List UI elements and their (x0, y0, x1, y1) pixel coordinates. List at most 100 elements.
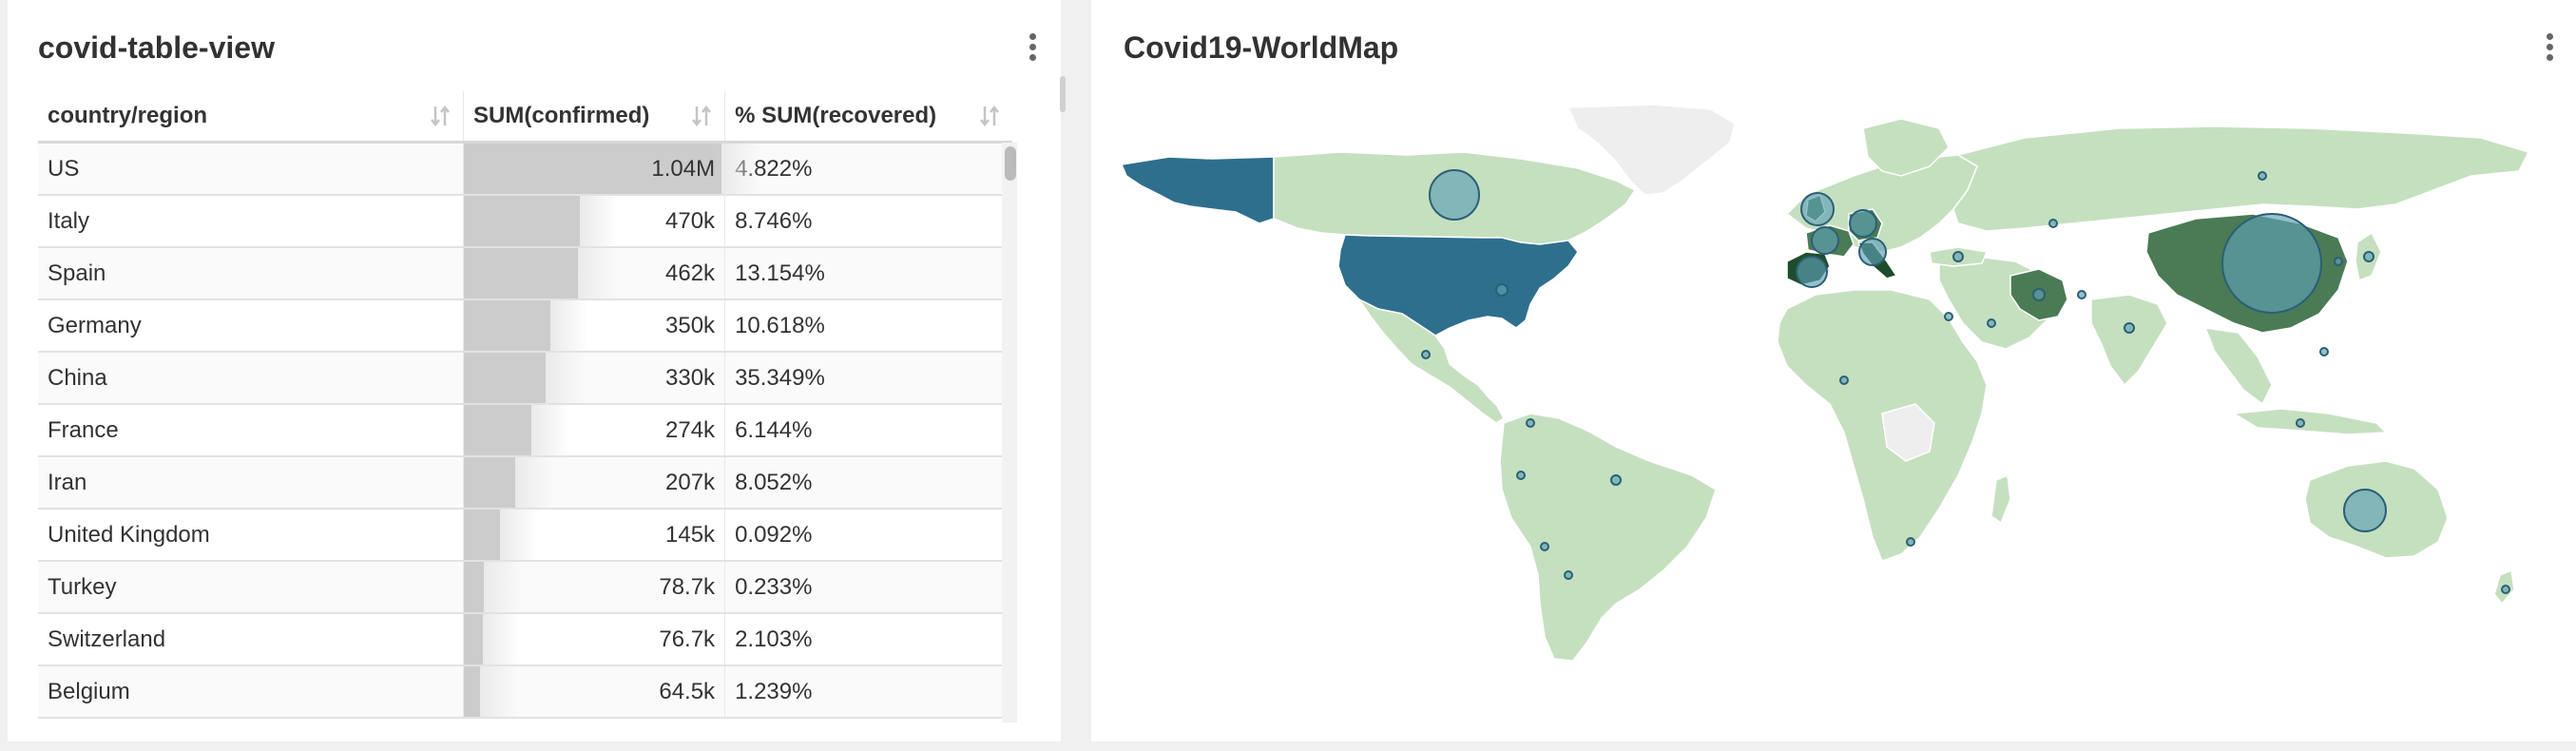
bubble-argentina[interactable] (1564, 570, 1573, 580)
table-scrollbar-track[interactable] (1002, 143, 1017, 722)
table-row[interactable]: Spain 462k 13.154% (38, 247, 1012, 300)
country-madagascar (1990, 473, 2011, 525)
cell-confirmed: 64.5k (463, 665, 725, 719)
bubble-russia[interactable] (2258, 171, 2267, 181)
cell-recovered-pct: 10.618% (724, 299, 1012, 353)
cell-recovered-pct: 2.103% (724, 613, 1012, 666)
bubble-south-africa[interactable] (1906, 537, 1915, 547)
bubble-pakistan[interactable] (2077, 290, 2086, 299)
table-scrollbar-thumb[interactable] (1005, 146, 1016, 181)
cell-recovered-pct: 35.349% (724, 352, 1012, 405)
cell-recovered-pct: 0.233% (724, 561, 1012, 614)
sort-arrows-icon[interactable] (978, 103, 1001, 129)
confirmed-bar (464, 562, 485, 612)
table-row[interactable]: China 330k 35.349% (38, 352, 1012, 405)
table-row[interactable]: Italy 470k 8.746% (38, 195, 1012, 248)
confirmed-bar (464, 405, 532, 455)
bubble-uk[interactable] (1800, 192, 1835, 226)
sort-arrows-icon[interactable] (429, 103, 452, 129)
confirmed-value: 330k (665, 364, 716, 391)
column-header-country[interactable]: country/region (38, 91, 464, 144)
bubble-brazil[interactable] (1610, 474, 1622, 486)
country-india[interactable] (2090, 294, 2168, 387)
bubble-spain[interactable] (1796, 256, 1828, 288)
bubble-peru[interactable] (1516, 471, 1526, 480)
confirmed-bar (464, 300, 551, 351)
table-row[interactable]: Turkey 78.7k 0.233% (38, 561, 1012, 614)
table-row[interactable]: US 1.04M 4.822% (38, 142, 1012, 196)
cell-country: Iran (38, 456, 464, 510)
bubble-india[interactable] (2124, 322, 2135, 334)
country-alaska[interactable] (1122, 156, 1275, 224)
table-row[interactable]: United Kingdom 145k 0.092% (38, 509, 1012, 562)
cell-country: Turkey (38, 561, 464, 614)
confirmed-bar (464, 248, 579, 298)
bubble-japan[interactable] (2363, 251, 2374, 262)
bubble-italy[interactable] (1858, 238, 1887, 266)
cell-recovered-pct: 4.822% (724, 142, 1012, 196)
column-header-recovered[interactable]: % SUM(recovered) (724, 91, 1012, 144)
table-panel-title: covid-table-view (38, 30, 275, 65)
table-row[interactable]: Belgium 64.5k 1.239% (38, 665, 1012, 719)
table-panel: covid-table-view country/region SUM(conf… (8, 0, 1061, 741)
bubble-france[interactable] (1811, 226, 1839, 255)
cell-country: United Kingdom (38, 509, 464, 562)
bubble-usa[interactable] (1495, 283, 1509, 297)
panel-resize-handle[interactable] (1060, 76, 1066, 112)
cell-recovered-pct: 1.239% (724, 665, 1012, 719)
confirmed-value: 350k (665, 312, 716, 338)
confirmed-bar (464, 614, 484, 664)
cell-confirmed: 470k (463, 195, 725, 248)
bubble-turkey[interactable] (1952, 251, 1964, 262)
cell-confirmed: 207k (463, 456, 725, 510)
country-brazil[interactable] (1499, 413, 1717, 662)
confirmed-bar (464, 196, 581, 246)
column-header-label: SUM(confirmed) (473, 103, 650, 128)
column-header-confirmed[interactable]: SUM(confirmed) (463, 91, 725, 144)
sort-arrows-icon[interactable] (690, 103, 713, 129)
bubble-egypt[interactable] (1944, 312, 1953, 321)
cell-confirmed: 76.7k (463, 613, 725, 666)
bubble-new-zealand[interactable] (2501, 585, 2510, 594)
cell-confirmed: 330k (463, 352, 725, 405)
bubble-nigeria[interactable] (1839, 376, 1849, 385)
bubble-chile[interactable] (1540, 542, 1549, 551)
table-row[interactable]: France 274k 6.144% (38, 404, 1012, 457)
cell-confirmed: 274k (463, 404, 725, 457)
cell-confirmed: 462k (463, 247, 725, 300)
cell-recovered-pct: 13.154% (724, 247, 1012, 300)
map-panel-menu-icon[interactable] (2540, 30, 2559, 68)
table-panel-menu-icon[interactable] (1023, 30, 1042, 68)
confirmed-value: 207k (665, 469, 716, 495)
bubble-australia[interactable] (2343, 489, 2387, 532)
bubble-indonesia[interactable] (2296, 418, 2305, 428)
confirmed-bar (464, 457, 516, 508)
cell-confirmed: 1.04M (463, 142, 760, 196)
bubble-korea[interactable] (2334, 257, 2343, 266)
confirmed-value: 64.5k (659, 678, 716, 704)
world-map[interactable] (1122, 100, 2557, 670)
confirmed-bar (464, 510, 501, 560)
confirmed-bar (464, 666, 481, 717)
table-row[interactable]: Germany 350k 10.618% (38, 299, 1012, 353)
confirmed-value: 76.7k (659, 626, 716, 652)
country-southeast-asia (2203, 327, 2273, 406)
table-row[interactable]: Iran 207k 8.052% (38, 456, 1012, 510)
cell-country: China (38, 352, 464, 405)
bubble-germany[interactable] (1849, 209, 1877, 238)
column-header-label: country/region (48, 103, 208, 128)
bubble-iran[interactable] (2032, 288, 2046, 301)
confirmed-bar (464, 353, 547, 403)
bubble-saudi[interactable] (1987, 318, 1996, 328)
bubble-colombia[interactable] (1526, 418, 1535, 428)
bubble-kazakhstan[interactable] (2048, 219, 2058, 228)
table-row[interactable]: Switzerland 76.7k 2.103% (38, 613, 1012, 666)
country-africa[interactable] (1777, 289, 1988, 562)
cell-confirmed: 350k (463, 299, 725, 353)
map-panel-title: Covid19-WorldMap (1124, 30, 1399, 65)
cell-recovered-pct: 8.746% (724, 195, 1012, 248)
bubble-mexico[interactable] (1421, 350, 1431, 359)
bubble-canada[interactable] (1429, 169, 1480, 221)
bubble-philippines[interactable] (2319, 347, 2329, 356)
bubble-china[interactable] (2221, 213, 2322, 314)
